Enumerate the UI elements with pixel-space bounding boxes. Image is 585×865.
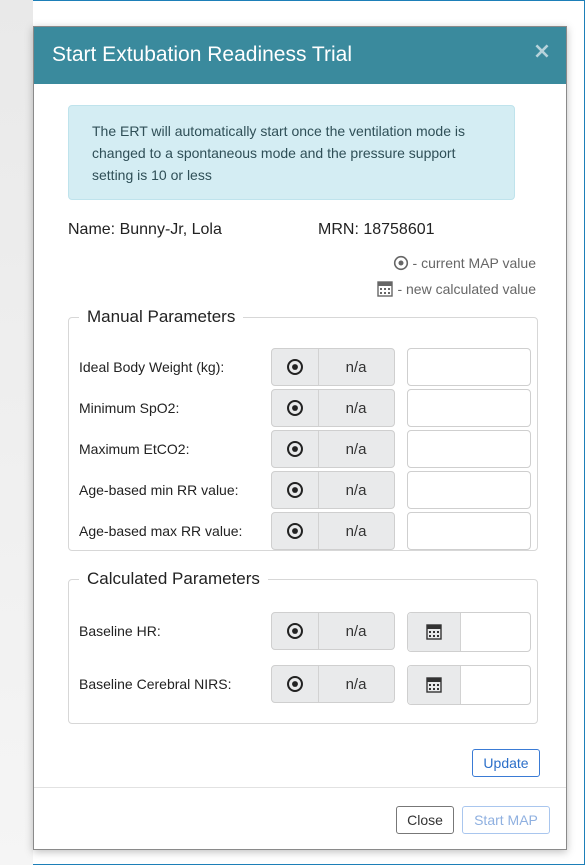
param-label: Age-based max RR value:	[79, 523, 243, 539]
legend-current: - current MAP value	[393, 255, 536, 271]
dot-circle-icon	[272, 613, 319, 649]
current-value-box: n/a	[271, 612, 395, 650]
calculated-value-input[interactable]	[407, 665, 531, 705]
patient-mrn: MRN: 18758601	[318, 221, 435, 238]
manual-parameters: Manual Parameters Ideal Body Weight (kg)…	[68, 307, 538, 551]
current-value-box: n/a	[271, 512, 395, 550]
param-row-minimum-spo2: Minimum SpO2: n/a	[69, 389, 537, 429]
modal-title: Start Extubation Readiness Trial	[52, 43, 352, 66]
close-icon[interactable]: ×	[532, 41, 552, 63]
start-map-button[interactable]: Start MAP	[462, 806, 550, 834]
param-row-maximum-etco2: Maximum EtCO2: n/a	[69, 430, 537, 470]
modal-header: Start Extubation Readiness Trial ×	[34, 27, 566, 84]
current-value-box: n/a	[271, 471, 395, 509]
current-value-box: n/a	[271, 430, 395, 468]
legend-current-text: - current MAP value	[412, 255, 536, 271]
calculator-icon	[408, 666, 461, 704]
calculator-icon	[377, 281, 394, 297]
current-value: n/a	[345, 359, 367, 376]
calculated-value-input[interactable]	[407, 612, 531, 652]
ert-modal: Start Extubation Readiness Trial × The E…	[33, 26, 567, 850]
info-alert: The ERT will automatically start once th…	[68, 105, 515, 200]
param-label: Ideal Body Weight (kg):	[79, 359, 225, 375]
current-value-box: n/a	[271, 389, 395, 427]
new-value-input[interactable]	[407, 512, 531, 550]
new-value-input[interactable]	[407, 430, 531, 468]
manual-parameters-title: Manual Parameters	[87, 307, 236, 326]
current-value: n/a	[345, 400, 367, 417]
new-value-input[interactable]	[407, 471, 531, 509]
update-button[interactable]: Update	[472, 749, 540, 777]
calculator-icon	[408, 613, 461, 651]
new-value-input[interactable]	[407, 389, 531, 427]
current-value-box: n/a	[271, 348, 395, 386]
current-value: n/a	[345, 482, 367, 499]
legend-new: - new calculated value	[377, 281, 536, 297]
current-value: n/a	[345, 523, 367, 540]
legend-new-text: - new calculated value	[397, 281, 536, 297]
param-label: Baseline HR:	[79, 623, 161, 639]
param-label: Maximum EtCO2:	[79, 441, 190, 457]
dot-circle-icon	[393, 255, 409, 271]
current-value: n/a	[345, 623, 367, 640]
param-row-ideal-body-weight: Ideal Body Weight (kg): n/a	[69, 348, 537, 388]
param-row-min-rr: Age-based min RR value: n/a	[69, 471, 537, 511]
current-value-box: n/a	[271, 665, 395, 703]
param-label: Age-based min RR value:	[79, 482, 239, 498]
dot-circle-icon	[272, 349, 319, 385]
footer-divider	[34, 787, 566, 788]
page-backdrop	[0, 0, 33, 865]
param-row-max-rr: Age-based max RR value: n/a	[69, 512, 537, 552]
dot-circle-icon	[272, 390, 319, 426]
param-row-baseline-cerebral-nirs: Baseline Cerebral NIRS: n/a	[69, 665, 537, 705]
calculated-parameters: Calculated Parameters Baseline HR: n/a B…	[68, 569, 538, 724]
dot-circle-icon	[272, 666, 319, 702]
dot-circle-icon	[272, 513, 319, 549]
current-value: n/a	[345, 676, 367, 693]
param-label: Baseline Cerebral NIRS:	[79, 676, 232, 692]
dot-circle-icon	[272, 431, 319, 467]
close-button[interactable]: Close	[396, 806, 454, 834]
param-label: Minimum SpO2:	[79, 400, 180, 416]
calculated-parameters-title: Calculated Parameters	[87, 569, 260, 588]
dot-circle-icon	[272, 472, 319, 508]
param-row-baseline-hr: Baseline HR: n/a	[69, 612, 537, 652]
info-alert-text: The ERT will automatically start once th…	[92, 123, 465, 183]
patient-name: Name: Bunny-Jr, Lola	[68, 221, 222, 238]
new-value-input[interactable]	[407, 348, 531, 386]
current-value: n/a	[345, 441, 367, 458]
